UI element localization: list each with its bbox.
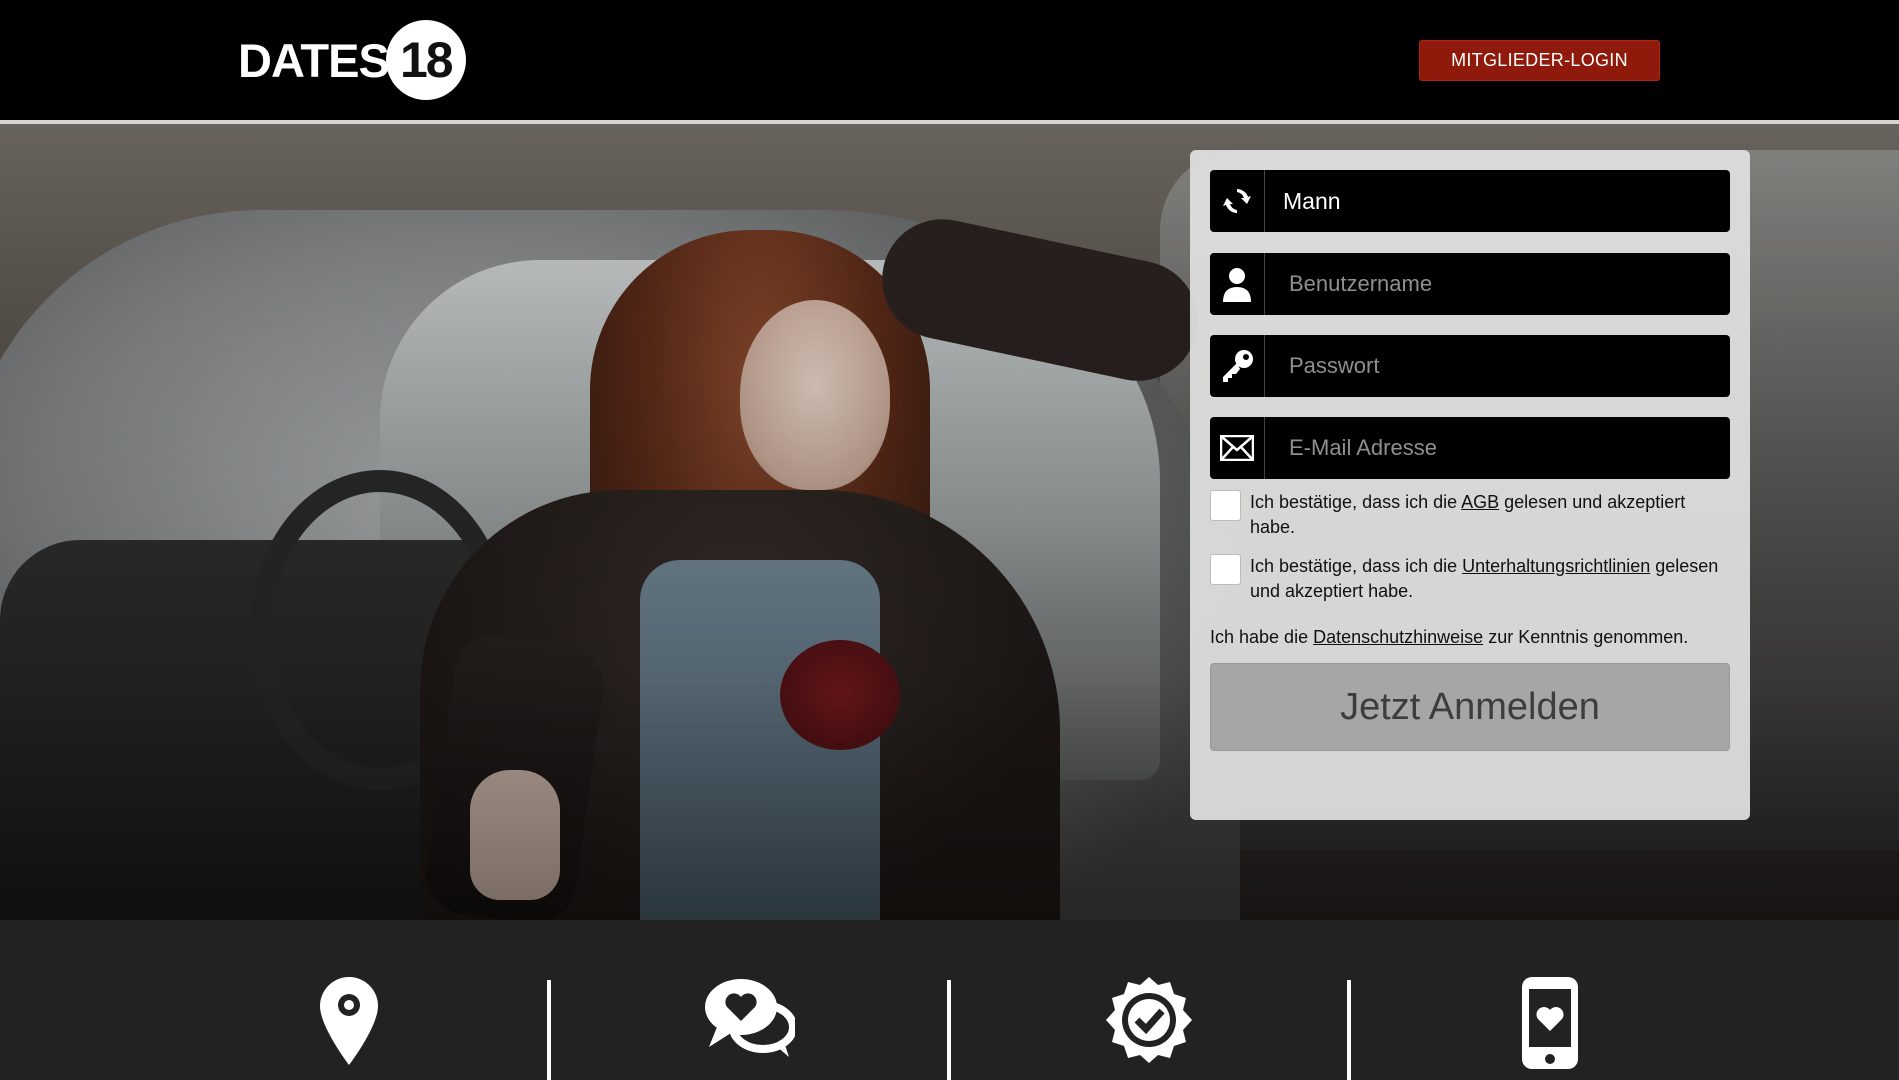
feature-divider	[947, 980, 951, 1080]
logo-text: DATES	[238, 33, 390, 87]
registration-form: Mann Benutzername E-Mail Adresse Ich bes…	[1190, 150, 1750, 820]
guidelines-consent: Ich bestätige, dass ich die Unterhaltung…	[1210, 554, 1730, 604]
privacy-notice: Ich habe die Datenschutzhinweise zur Ken…	[1210, 627, 1689, 647]
site-logo[interactable]: DATES 18	[238, 20, 466, 100]
logo-badge: 18	[385, 20, 466, 100]
refresh-icon	[1210, 170, 1265, 232]
password-input[interactable]	[1265, 336, 1725, 396]
user-icon	[1210, 253, 1265, 315]
guidelines-checkbox[interactable]	[1210, 554, 1241, 585]
username-field[interactable]	[1210, 253, 1730, 315]
gender-select[interactable]: Mann	[1210, 170, 1730, 232]
location-pin-icon	[318, 975, 380, 1072]
gender-value: Mann	[1283, 187, 1341, 214]
terms-checkbox[interactable]	[1210, 490, 1241, 521]
verified-badge-icon	[1104, 975, 1194, 1070]
chat-heart-icon	[703, 975, 797, 1064]
feature-divider	[547, 980, 551, 1080]
username-input[interactable]	[1265, 254, 1725, 314]
feature-divider	[1347, 980, 1351, 1080]
email-field[interactable]	[1210, 417, 1730, 479]
envelope-icon	[1210, 417, 1265, 479]
mobile-heart-icon	[1520, 975, 1580, 1076]
email-input[interactable]	[1265, 418, 1725, 478]
register-button[interactable]: Jetzt Anmelden	[1210, 663, 1730, 751]
guidelines-link[interactable]: Unterhaltungsrichtlinien	[1462, 556, 1650, 576]
password-field[interactable]	[1210, 335, 1730, 397]
terms-text: Ich bestätige, dass ich die AGB gelesen …	[1250, 492, 1686, 537]
terms-consent: Ich bestätige, dass ich die AGB gelesen …	[1210, 490, 1730, 540]
key-icon	[1210, 335, 1265, 397]
site-header: DATES 18 MITGLIEDER-LOGIN	[0, 0, 1899, 120]
terms-link[interactable]: AGB	[1461, 492, 1499, 512]
guidelines-text: Ich bestätige, dass ich die Unterhaltung…	[1250, 556, 1719, 601]
feature-bar	[0, 920, 1899, 1080]
privacy-link[interactable]: Datenschutzhinweise	[1313, 627, 1483, 647]
member-login-button[interactable]: MITGLIEDER-LOGIN	[1419, 40, 1660, 81]
